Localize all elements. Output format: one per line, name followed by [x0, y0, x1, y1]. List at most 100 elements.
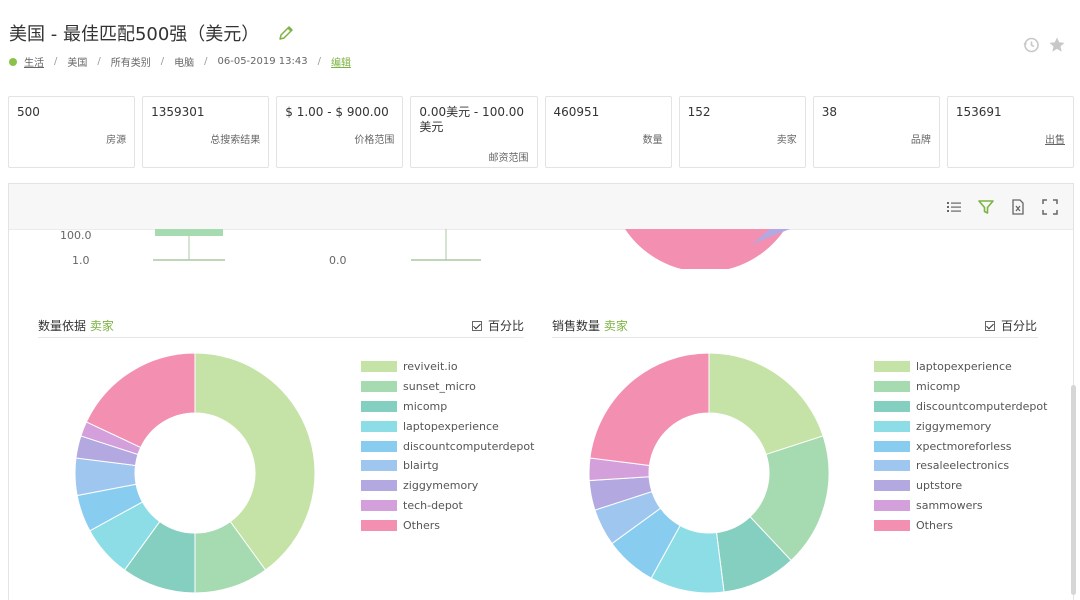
- legend-right: laptopexperience micomp discountcomputerde…: [874, 357, 1047, 535]
- stat-card-quantity: 460951 数量: [544, 96, 672, 168]
- legend-swatch: [361, 460, 397, 472]
- legend-label: laptopexperience: [916, 360, 1012, 374]
- legend-item[interactable]: micomp: [361, 397, 534, 417]
- legend-label: sunset_micro: [403, 380, 476, 394]
- section-divider: [38, 337, 524, 338]
- pie-partial: [625, 229, 785, 269]
- section-title-text: 数量依据: [38, 319, 87, 333]
- percent-checkbox[interactable]: [472, 320, 482, 331]
- legend-swatch: [361, 440, 397, 452]
- history-icon[interactable]: [1022, 36, 1040, 58]
- stat-card-postage-range: 0.00美元 - 100.00美元 邮资范围: [410, 96, 538, 168]
- left-percent-toggle[interactable]: 百分比: [472, 317, 524, 334]
- legend-label: discountcomputerdepot: [916, 399, 1048, 413]
- toolbar-icons: [945, 198, 1059, 220]
- stat-value: $ 1.00 - $ 900.00: [285, 105, 389, 119]
- legend-swatch: [361, 420, 397, 432]
- donut-slice-laptopexperience[interactable]: [708, 352, 824, 456]
- legend-item[interactable]: tech-depot: [361, 496, 534, 516]
- donut-chart-right: [588, 352, 830, 594]
- breadcrumb-edit-link[interactable]: 编辑: [331, 54, 351, 69]
- stats-row: 500 房源 1359301 总搜索结果 $ 1.00 - $ 900.00 价…: [8, 96, 1074, 168]
- axis-tick-label: 100.0: [60, 229, 92, 242]
- legend-swatch: [361, 381, 397, 393]
- stat-value: 1359301: [151, 105, 205, 119]
- legend-item[interactable]: uptstore: [874, 476, 1047, 496]
- legend-item[interactable]: Others: [874, 515, 1047, 535]
- axis-tick-label: 0.0: [329, 254, 347, 267]
- stat-card-sellers: 152 卖家: [678, 96, 806, 168]
- breadcrumb-item-category: 所有类别: [110, 58, 151, 69]
- legend-swatch: [874, 420, 910, 432]
- legend-item[interactable]: reviveit.io: [361, 357, 534, 377]
- fullscreen-icon[interactable]: [1041, 198, 1059, 220]
- breadcrumb-separator: /: [204, 56, 208, 67]
- legend-item[interactable]: laptopexperience: [361, 416, 534, 436]
- list-icon[interactable]: [945, 198, 963, 220]
- legend-swatch: [874, 519, 910, 531]
- legend-swatch: [361, 400, 397, 412]
- legend-item[interactable]: Others: [361, 515, 534, 535]
- stat-card-sold[interactable]: 153691 出售: [946, 96, 1074, 168]
- stat-label: 数量: [642, 135, 663, 146]
- stat-label-link[interactable]: 出售: [1045, 131, 1065, 146]
- star-icon[interactable]: [1048, 36, 1066, 58]
- legend-item[interactable]: blairtg: [361, 456, 534, 476]
- donut-slice-others[interactable]: [589, 352, 710, 467]
- top-actions: [1022, 36, 1066, 58]
- legend-item[interactable]: ziggymemory: [874, 416, 1047, 436]
- legend-item[interactable]: sunset_micro: [361, 377, 534, 397]
- right-section-title: 销售数量 卖家: [552, 317, 628, 334]
- stat-label: 价格范围: [354, 135, 395, 146]
- stat-value: 0.00美元 - 100.00美元: [419, 105, 525, 134]
- section-divider: [552, 337, 1038, 338]
- percent-checkbox[interactable]: [985, 320, 995, 331]
- stat-label: 房源: [106, 135, 127, 146]
- legend-label: uptstore: [916, 479, 963, 493]
- breadcrumb-item-country: 美国: [67, 58, 88, 69]
- legend-swatch: [361, 499, 397, 511]
- stat-value: 500: [17, 105, 40, 119]
- legend-label: ziggymemory: [916, 419, 992, 433]
- legend-item[interactable]: laptopexperience: [874, 357, 1047, 377]
- boxplot-box: [155, 229, 223, 236]
- section-title-accent[interactable]: 卖家: [604, 319, 628, 333]
- legend-item[interactable]: resaleelectronics: [874, 456, 1047, 476]
- percent-label: 百分比: [1001, 319, 1038, 333]
- breadcrumb-item-computer: 电脑: [174, 58, 195, 69]
- scrollbar[interactable]: [1071, 385, 1076, 595]
- stat-value: 152: [687, 105, 711, 119]
- legend-item[interactable]: discountcomputerdepot: [874, 397, 1047, 417]
- section-title-accent[interactable]: 卖家: [90, 319, 114, 333]
- right-percent-toggle[interactable]: 百分比: [985, 317, 1037, 334]
- legend-label: micomp: [916, 380, 961, 394]
- legend-label: micomp: [403, 399, 448, 413]
- donut-chart-left: [74, 352, 316, 594]
- legend-item[interactable]: ziggymemory: [361, 476, 534, 496]
- stat-card-brands: 38 品牌: [812, 96, 940, 168]
- legend-item[interactable]: xpectmoreforless: [874, 436, 1047, 456]
- stat-card-price-range: $ 1.00 - $ 900.00 价格范围: [276, 96, 404, 168]
- legend-item[interactable]: sammowers: [874, 496, 1047, 516]
- legend-item[interactable]: discountcomputerdepot: [361, 436, 534, 456]
- breadcrumb-item-life[interactable]: 生活: [24, 54, 44, 69]
- axis-tick-label: 1.0: [72, 254, 90, 267]
- legend-label: Others: [916, 518, 953, 532]
- status-dot: [9, 57, 17, 66]
- filter-icon[interactable]: [977, 198, 995, 220]
- breadcrumb-separator: /: [317, 56, 321, 67]
- stat-value: 38: [821, 105, 838, 119]
- stat-label: 品牌: [910, 135, 931, 146]
- panel-toolbar: [9, 184, 1073, 230]
- legend-swatch: [874, 460, 910, 472]
- legend-item[interactable]: micomp: [874, 377, 1047, 397]
- pencil-icon[interactable]: [277, 24, 295, 42]
- percent-label: 百分比: [488, 319, 525, 333]
- legend-swatch: [874, 499, 910, 511]
- legend-swatch: [361, 519, 397, 531]
- excel-export-icon[interactable]: [1009, 198, 1027, 220]
- stat-label: 邮资范围: [488, 153, 529, 164]
- legend-label: resaleelectronics: [916, 459, 1010, 473]
- breadcrumb-separator: /: [54, 56, 58, 67]
- breadcrumb: 生活 / 美国 / 所有类别 / 电脑 / 06-05-2019 13:43 /…: [9, 54, 351, 69]
